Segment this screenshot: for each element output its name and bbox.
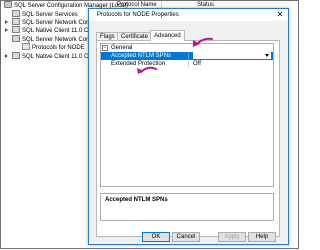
apply-button[interactable]: Apply: [218, 232, 246, 242]
dialog-title: Protocols for NODE Properties: [97, 12, 179, 18]
description-pane: Accepted NTLM SPNs: [100, 193, 274, 221]
tree-item-services[interactable]: SQL Server Services: [12, 10, 78, 18]
column-divider: [188, 52, 189, 60]
collapse-icon[interactable]: −: [102, 45, 108, 51]
ok-button[interactable]: OK: [142, 232, 170, 242]
client-config-icon: [12, 26, 20, 33]
tree-item-native-client-32[interactable]: SQL Native Client 11.0 Con: [12, 26, 95, 34]
property-grid: − General Accepted NTLM SPNs Extended Pr…: [100, 43, 274, 187]
column-divider: [188, 60, 189, 68]
cancel-button[interactable]: Cancel: [172, 232, 200, 242]
property-value-editor[interactable]: [193, 52, 271, 59]
property-row-extended-protection[interactable]: Extended Protection Off: [101, 60, 273, 68]
category-label: General: [111, 45, 133, 51]
tab-advanced[interactable]: Advanced: [150, 30, 185, 41]
property-name: Extended Protection: [111, 61, 166, 67]
tree-item-protocols-for-node[interactable]: Protocols for NODE: [22, 43, 85, 51]
network-config-icon: [12, 18, 20, 25]
expand-arrow-icon[interactable]: [5, 54, 8, 58]
help-button[interactable]: Help: [248, 232, 276, 242]
description-title: Accepted NTLM SPNs: [105, 197, 168, 203]
console-tree: SQL Server Configuration Manager (Local)…: [0, 0, 128, 70]
close-icon[interactable]: ✕: [275, 10, 285, 20]
dropdown-arrow-icon[interactable]: [265, 54, 269, 57]
services-icon: [12, 10, 20, 17]
category-general[interactable]: − General: [101, 44, 273, 52]
property-name: Accepted NTLM SPNs: [111, 53, 172, 59]
protocols-icon: [22, 43, 30, 50]
property-value[interactable]: Off: [193, 60, 201, 68]
server-icon: [4, 1, 12, 8]
property-row-accepted-ntlm-spns[interactable]: Accepted NTLM SPNs: [101, 52, 273, 60]
network-config-icon: [12, 35, 20, 42]
expand-arrow-icon[interactable]: [5, 20, 8, 24]
tree-item-native-client[interactable]: SQL Native Client 11.0 Con: [12, 52, 95, 60]
tree-item-network-config-32[interactable]: SQL Server Network Conf: [12, 18, 91, 26]
tree-item-network-config[interactable]: SQL Server Network Config: [12, 35, 96, 43]
client-config-icon: [12, 52, 20, 59]
expand-arrow-icon[interactable]: [5, 28, 8, 32]
